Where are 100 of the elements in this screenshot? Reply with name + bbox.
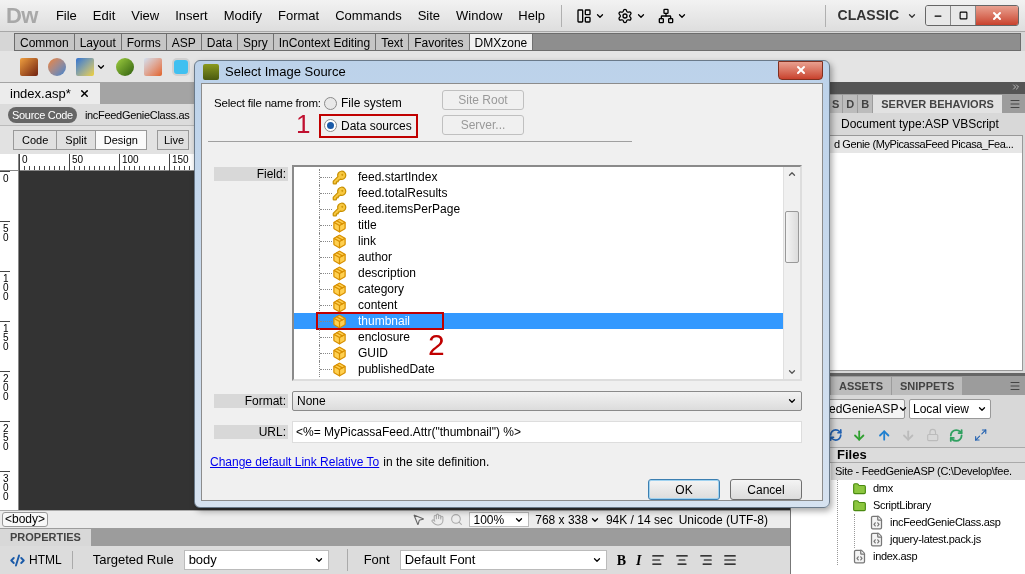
- view-button[interactable]: Design: [94, 130, 147, 150]
- field-item[interactable]: category: [294, 281, 783, 297]
- format-select[interactable]: None: [292, 391, 802, 411]
- panel-menu-icon[interactable]: [1009, 98, 1021, 110]
- zoom-select[interactable]: 100%: [468, 512, 530, 527]
- window-size-select[interactable]: 768 x 338: [535, 510, 600, 529]
- align-right-icon[interactable]: [699, 553, 714, 567]
- menu-item[interactable]: File: [47, 5, 85, 26]
- minimize-button[interactable]: [926, 6, 951, 25]
- font-select[interactable]: Default Font: [399, 550, 607, 570]
- settings-icon: [617, 7, 634, 24]
- extension-icon[interactable]: [76, 57, 94, 76]
- insert-tab[interactable]: Spry: [238, 34, 274, 50]
- expand-icon[interactable]: [973, 428, 987, 442]
- box-icon: [332, 265, 347, 281]
- field-item[interactable]: feed.startIndex: [294, 169, 783, 185]
- extension-icon[interactable]: [20, 57, 38, 76]
- tree-item[interactable]: incFeedGenieClass.asp: [865, 514, 1025, 531]
- field-item[interactable]: publishedDate: [294, 361, 783, 377]
- field-item[interactable]: feed.itemsPerPage: [294, 201, 783, 217]
- view-button[interactable]: Split: [56, 130, 96, 150]
- radio-button[interactable]: [324, 119, 337, 132]
- field-item[interactable]: description: [294, 265, 783, 281]
- dialog-button[interactable]: Cancel: [730, 479, 802, 500]
- panel-tab[interactable]: B: [858, 95, 873, 113]
- panel-tab[interactable]: ASSETS: [831, 377, 891, 395]
- panel-tab[interactable]: SERVER BEHAVIORS: [873, 95, 1002, 113]
- get-files-icon[interactable]: [852, 427, 867, 443]
- document-tab[interactable]: index.asp*: [0, 83, 100, 104]
- zoom-icon[interactable]: [449, 513, 463, 526]
- menu-item[interactable]: Format: [270, 5, 328, 26]
- dialog-button[interactable]: OK: [648, 479, 720, 500]
- radio-label[interactable]: Data sources: [341, 116, 412, 135]
- close-button[interactable]: [778, 60, 823, 80]
- radio-button[interactable]: [324, 96, 337, 110]
- targeted-rule-select[interactable]: body: [183, 550, 329, 570]
- field-item[interactable]: author: [294, 249, 783, 265]
- hand-icon[interactable]: [430, 513, 444, 526]
- scrollbar[interactable]: [783, 167, 800, 379]
- workspace-switcher[interactable]: CLASSIC: [837, 5, 917, 26]
- restore-icon: [958, 11, 968, 20]
- view-button[interactable]: Live: [156, 130, 190, 150]
- refresh-icon[interactable]: [829, 428, 843, 442]
- extension-icon[interactable]: [48, 57, 66, 76]
- tree-item[interactable]: jquery-latest.pack.js: [865, 531, 1025, 548]
- restore-button[interactable]: [951, 6, 976, 25]
- menu-item[interactable]: Commands: [327, 5, 410, 26]
- check-out-icon[interactable]: [901, 427, 916, 443]
- caret-icon: [977, 404, 987, 414]
- close-button[interactable]: [976, 6, 1018, 25]
- italic-button[interactable]: I: [636, 549, 642, 571]
- tree-item[interactable]: Site - FeedGenieASP (C:\Develop\fee.: [831, 463, 1025, 480]
- menu-item[interactable]: Edit: [84, 5, 124, 26]
- radio-label[interactable]: File system: [341, 94, 402, 112]
- insert-tab[interactable]: Common: [15, 34, 75, 50]
- change-link-relative-link[interactable]: Change default Link Relative To: [210, 453, 380, 471]
- align-center-icon[interactable]: [675, 553, 690, 567]
- menu-item[interactable]: Insert: [167, 5, 216, 26]
- insert-tab[interactable]: Forms: [121, 34, 167, 50]
- field-item[interactable]: link: [294, 233, 783, 249]
- related-file[interactable]: incFeedGenieClass.as: [80, 106, 194, 123]
- dialog-title: Select Image Source: [225, 63, 346, 82]
- tree-item[interactable]: index.asp: [848, 548, 1025, 565]
- html-mode-button[interactable]: HTML: [10, 551, 73, 569]
- tree-item[interactable]: dmx: [848, 480, 1025, 497]
- put-files-icon[interactable]: [876, 427, 892, 443]
- insert-tab[interactable]: Data: [201, 34, 239, 50]
- menu-item[interactable]: Modify: [215, 5, 271, 26]
- close-icon[interactable]: [78, 88, 90, 99]
- menu-item[interactable]: Help: [510, 5, 554, 26]
- panel-tab[interactable]: SNIPPETS: [892, 377, 963, 395]
- view-button[interactable]: Code: [13, 130, 58, 150]
- insert-tab[interactable]: Favorites: [409, 34, 470, 50]
- insert-tab[interactable]: ASP: [166, 34, 202, 50]
- tag-selector[interactable]: <body>: [2, 512, 49, 527]
- field-item[interactable]: feed.totalResults: [294, 185, 783, 201]
- panel-tab[interactable]: D: [843, 95, 858, 113]
- key-icon: [332, 201, 347, 217]
- menu-item[interactable]: View: [123, 5, 168, 26]
- extension-icon[interactable]: [116, 57, 134, 76]
- menu-item[interactable]: Window: [448, 5, 511, 26]
- insert-tab[interactable]: DMXzone: [469, 34, 534, 50]
- scrollbar-thumb[interactable]: [785, 211, 799, 263]
- pointer-icon[interactable]: [411, 513, 425, 526]
- collapse-icon[interactable]: [1011, 82, 1021, 92]
- panel-menu-icon[interactable]: [1009, 380, 1021, 392]
- insert-tab[interactable]: Layout: [74, 34, 122, 50]
- insert-tab[interactable]: Text: [376, 34, 410, 50]
- panel-tab[interactable]: PROPERTIES: [0, 529, 91, 546]
- align-left-icon[interactable]: [651, 553, 666, 567]
- tree-item[interactable]: ScriptLibrary: [848, 497, 1025, 514]
- sync-icon[interactable]: [949, 427, 964, 443]
- menu-item[interactable]: Site: [409, 5, 449, 26]
- bold-button[interactable]: B: [616, 549, 626, 571]
- align-justify-icon[interactable]: [723, 553, 738, 567]
- field-item[interactable]: title: [294, 217, 783, 233]
- insert-tab[interactable]: InContext Editing: [273, 34, 377, 50]
- related-file[interactable]: Source Code: [8, 106, 77, 123]
- view-select[interactable]: Local view: [909, 399, 991, 419]
- url-field[interactable]: <%= MyPicassaFeed.Attr("thumbnail") %>: [292, 421, 802, 443]
